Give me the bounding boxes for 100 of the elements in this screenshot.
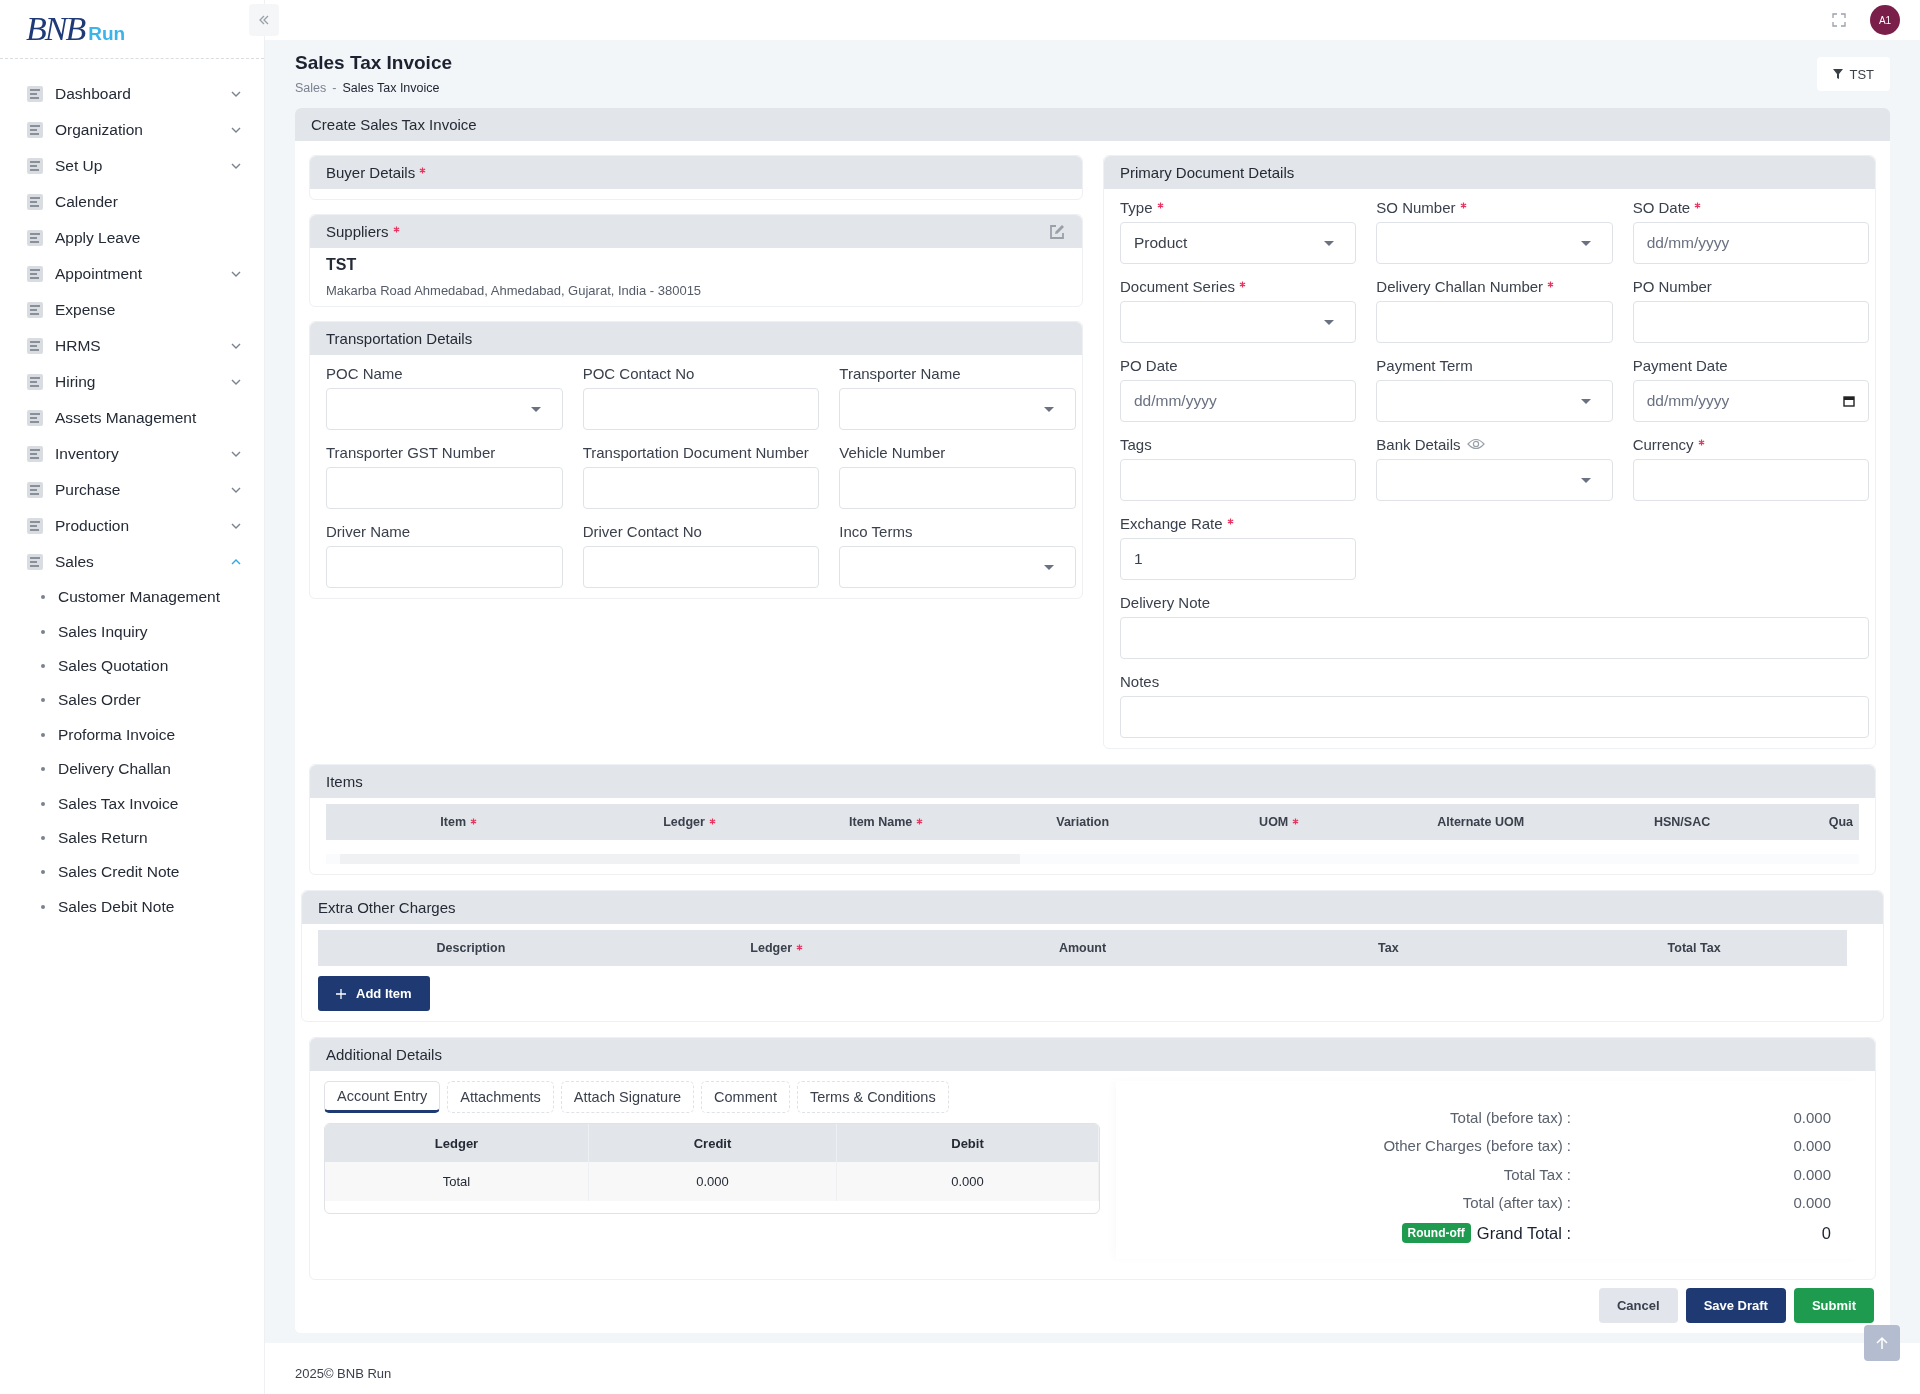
field-label: Transportation Document Number (582, 443, 809, 461)
date-field[interactable]: dd/mm/yyyy (1120, 380, 1357, 422)
sidebar-item[interactable]: Expense (0, 292, 264, 328)
column-header: Tax (1376, 941, 1400, 955)
supplier-name: TST (326, 256, 358, 274)
menu-icon (25, 120, 45, 140)
supplier-address: Makarba Road Ahmedabad, Ahmedabad, Gujarat, India - 380015 (326, 283, 703, 298)
collapse-sidebar-button[interactable] (249, 4, 279, 36)
edit-icon[interactable] (1048, 222, 1066, 241)
section-header: Transportation Details (310, 322, 1082, 355)
sidebar-subitem[interactable]: Customer Management (0, 580, 264, 615)
dropdown-field[interactable] (839, 546, 1076, 588)
sidebar-item[interactable]: Inventory (0, 436, 264, 472)
input-field[interactable] (1632, 301, 1869, 343)
add-item-button[interactable]: Add Item (318, 976, 430, 1011)
menu-icon (25, 480, 45, 500)
dropdown-field[interactable] (326, 388, 563, 430)
input-field[interactable] (582, 388, 820, 430)
sidebar-subitem[interactable]: Proforma Invoice (0, 717, 264, 752)
tab[interactable]: Attach Signature (560, 1081, 695, 1113)
sidebar-subitem[interactable]: Sales Order (0, 683, 264, 718)
filter-button[interactable]: TST (1817, 57, 1890, 91)
page-title: Sales Tax Invoice (295, 52, 452, 74)
menu-icon (25, 372, 45, 392)
bullet-icon (41, 870, 45, 875)
input-field[interactable] (326, 546, 563, 588)
logo: BNB Run (26, 10, 126, 48)
sidebar-subitem[interactable]: Delivery Challan (0, 751, 264, 787)
input-field[interactable] (839, 467, 1076, 509)
input-field[interactable] (1120, 459, 1357, 501)
sidebar-item[interactable]: Dashboard (0, 76, 264, 112)
field-label: Transporter Name (839, 364, 961, 382)
sidebar-item[interactable]: Hiring (0, 364, 264, 400)
field-label: POC Contact No (582, 364, 695, 382)
user-avatar[interactable]: A1 (1870, 5, 1900, 35)
input-field[interactable] (1120, 696, 1869, 738)
field-label: Vehicle Number (839, 443, 946, 461)
sidebar-item[interactable]: Calender (0, 184, 264, 220)
sidebar-subitem[interactable]: Sales Return (0, 820, 264, 856)
dropdown-field[interactable] (839, 388, 1076, 430)
round-off-badge[interactable]: Round-off (1401, 1223, 1471, 1243)
field-label: Driver Name (326, 522, 411, 540)
grand-total-value: 0 (1820, 1223, 1831, 1243)
sidebar-item[interactable]: Purchase (0, 472, 264, 508)
save-draft-button[interactable]: Save Draft (1685, 1288, 1786, 1323)
section-header: Suppliers (310, 215, 1082, 248)
column-header: Ledger (623, 941, 930, 955)
input-field[interactable] (1120, 617, 1869, 659)
sidebar-item[interactable]: HRMS (0, 328, 264, 364)
caret-icon (1324, 319, 1335, 325)
input-field[interactable] (582, 546, 820, 588)
plus-icon (336, 988, 346, 999)
total-label: Total Tax : (1502, 1165, 1571, 1183)
column-header: HSN/SAC (1652, 815, 1712, 829)
sidebar-item[interactable]: Appointment (0, 256, 264, 292)
input-field[interactable] (1376, 301, 1613, 343)
fullscreen-icon[interactable] (1832, 13, 1846, 27)
calendar-icon (1843, 395, 1855, 407)
sidebar-subitem[interactable]: Sales Tax Invoice (0, 786, 264, 821)
date-field[interactable]: dd/mm/yyyy (1632, 380, 1869, 422)
column-header: UOM (1180, 815, 1378, 829)
input-field[interactable] (582, 467, 820, 509)
sidebar-item[interactable]: Apply Leave (0, 220, 264, 256)
sidebar-item[interactable]: Assets Management (0, 400, 264, 436)
bullet-icon (41, 767, 45, 772)
input-field[interactable] (326, 467, 563, 509)
field-label: Payment Date (1632, 356, 1728, 374)
sidebar-item[interactable]: Production (0, 508, 264, 544)
tab[interactable]: Account Entry (324, 1081, 441, 1113)
bullet-icon (41, 732, 45, 737)
sidebar-subitem[interactable]: Sales Inquiry (0, 614, 264, 649)
section-header: Additional Details (310, 1038, 1875, 1071)
tab[interactable]: Attachments (447, 1081, 554, 1113)
bullet-icon (41, 904, 45, 909)
column-header: Ledger (591, 815, 788, 829)
sidebar-subitem[interactable]: Sales Credit Note (0, 855, 264, 890)
total-value: 0.000 (1792, 1194, 1831, 1212)
arrow-up-icon (1875, 1336, 1889, 1350)
input-field[interactable] (1632, 459, 1869, 501)
input-field[interactable]: 1 (1120, 538, 1357, 580)
date-field[interactable]: dd/mm/yyyy (1632, 222, 1869, 264)
tab[interactable]: Terms & Conditions (796, 1081, 949, 1113)
field-label: Tags (1120, 435, 1152, 453)
tab[interactable]: Comment (701, 1081, 790, 1113)
dropdown-field[interactable]: Product (1120, 222, 1357, 264)
dropdown-field[interactable] (1120, 301, 1357, 343)
sidebar-item[interactable]: Set Up (0, 148, 264, 184)
sidebar-item[interactable]: Sales (0, 544, 264, 580)
sidebar-item[interactable]: Organization (0, 112, 264, 148)
dropdown-field[interactable] (1376, 459, 1613, 501)
sidebar-subitem[interactable]: Sales Debit Note (0, 889, 264, 924)
dropdown-field[interactable] (1376, 222, 1613, 264)
dropdown-field[interactable] (1376, 380, 1613, 422)
column-header: Amount (1057, 941, 1108, 955)
breadcrumb-link[interactable]: Sales (295, 81, 327, 95)
sidebar-subitem[interactable]: Sales Quotation (0, 648, 264, 684)
cancel-button[interactable]: Cancel (1599, 1288, 1678, 1323)
field-label: Delivery Challan Number (1376, 277, 1555, 295)
scroll-to-top-button[interactable] (1864, 1325, 1900, 1361)
submit-button[interactable]: Submit (1793, 1288, 1874, 1323)
